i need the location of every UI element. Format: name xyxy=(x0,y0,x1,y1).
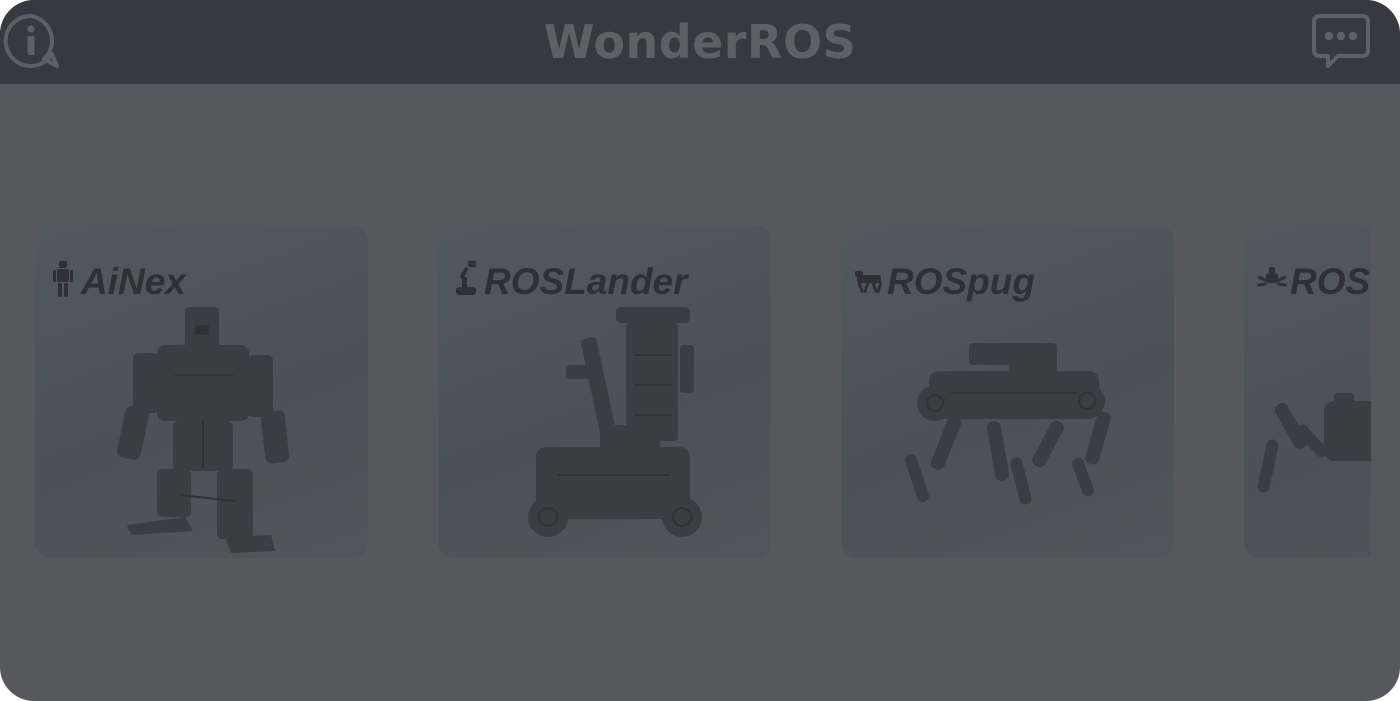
chat-button[interactable] xyxy=(1312,12,1370,70)
chat-bubble-icon xyxy=(1312,14,1370,68)
rospug-robot-image xyxy=(905,343,1111,505)
ainex-robot-image xyxy=(116,307,290,553)
roslander-robot-image xyxy=(528,307,702,537)
info-icon xyxy=(3,13,59,68)
robot-card-roslander[interactable]: ROSLander xyxy=(438,225,771,558)
robot-card-ainex[interactable]: AiNex xyxy=(35,225,368,558)
header-bar: WonderROS xyxy=(0,0,1400,84)
hexapod-robot-image xyxy=(1257,393,1371,493)
robot-carousel[interactable]: AiNex ROSLander ROSpug ROS xyxy=(0,225,1371,560)
info-button[interactable] xyxy=(2,12,60,70)
robot-card-hexapod[interactable]: ROS xyxy=(1244,225,1371,558)
app-window: WonderROS AiNex ROSLander ROSpug ROS xyxy=(0,0,1400,701)
robot-card-rospug[interactable]: ROSpug xyxy=(841,225,1174,558)
app-title: WonderROS xyxy=(543,15,857,69)
